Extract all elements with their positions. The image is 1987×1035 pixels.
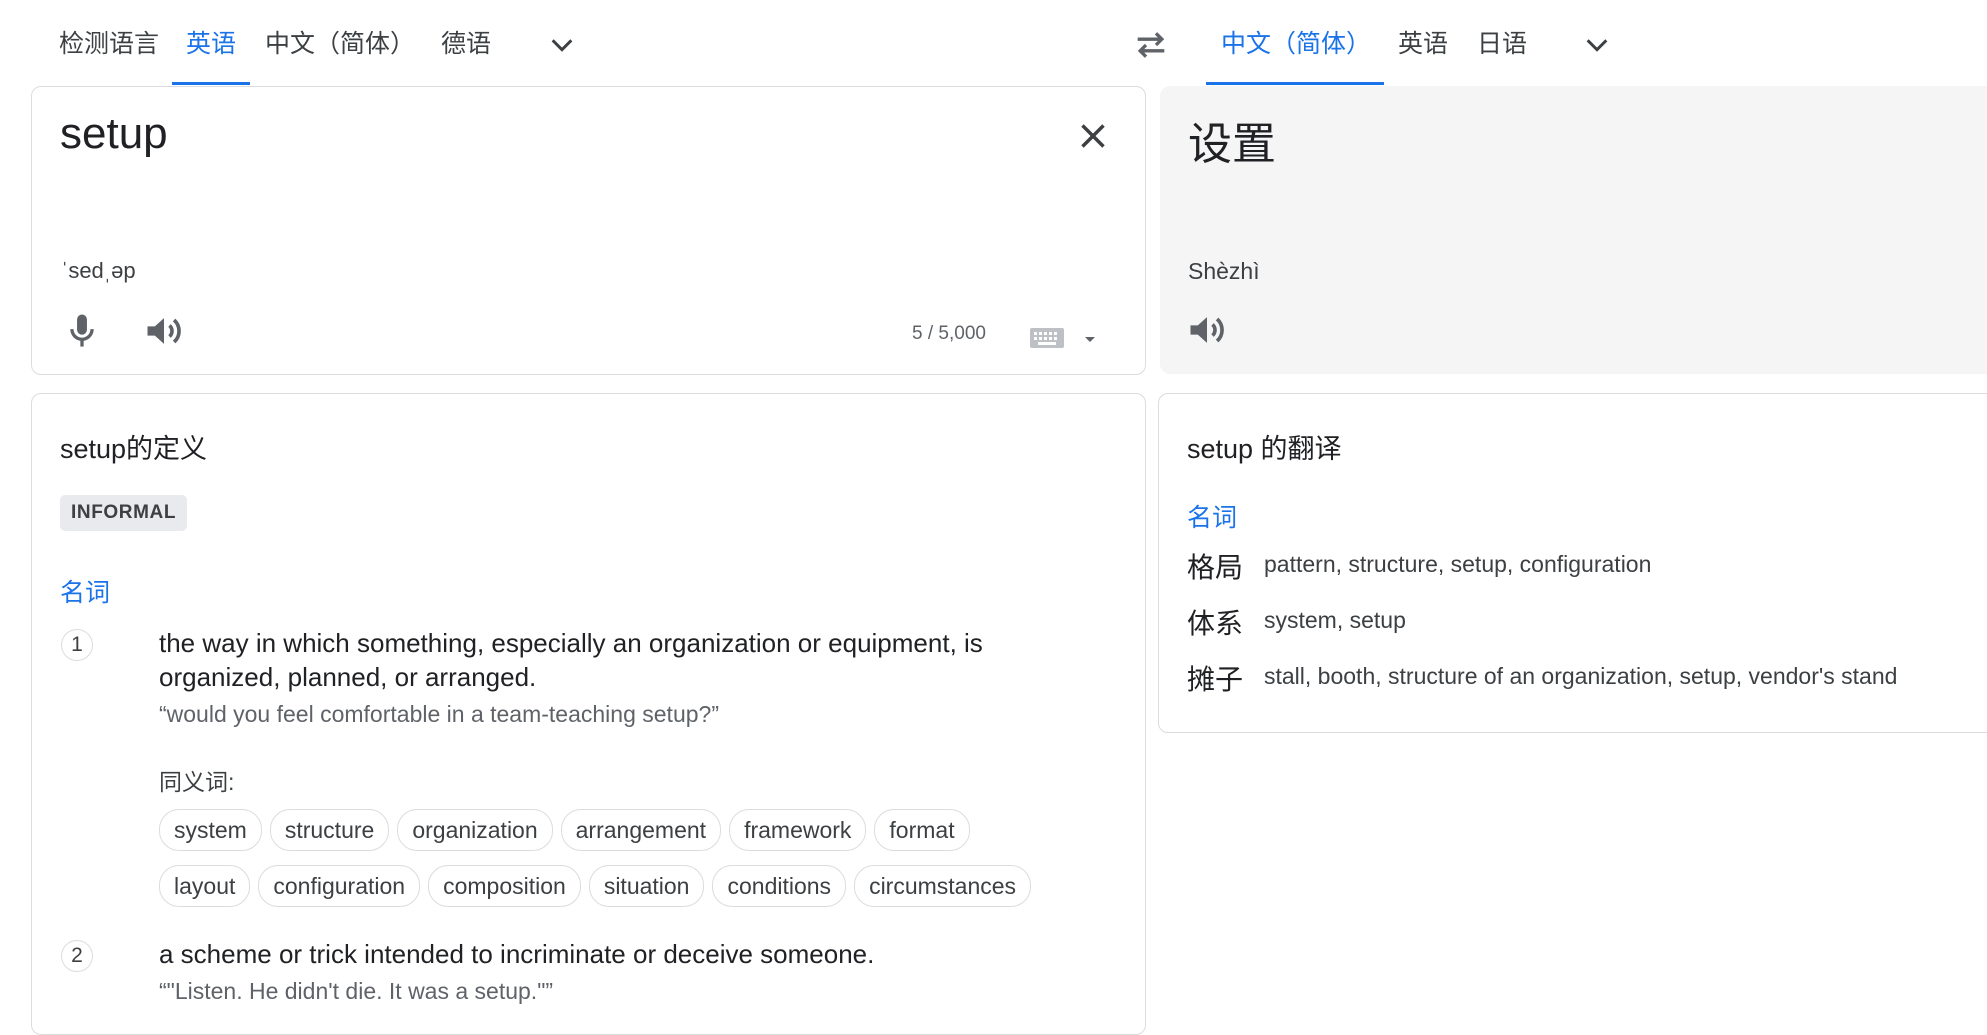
synonym-row: layout configuration composition situati… <box>159 865 1129 907</box>
listen-translation-speaker-icon[interactable] <box>1185 308 1229 352</box>
synonym-chip[interactable]: framework <box>729 809 867 851</box>
definition-gloss: a scheme or trick intended to incriminat… <box>159 937 1089 971</box>
synonym-chips: system structure organization arrangemen… <box>159 809 1129 921</box>
definitions-title: setup的定义 <box>60 434 208 464</box>
translation-word[interactable]: 体系 <box>1187 602 1243 642</box>
definition-example: “"Listen. He didn't die. It was a setup.… <box>159 978 554 1004</box>
synonym-chip[interactable]: conditions <box>712 865 847 907</box>
source-tab-english[interactable]: 英语 <box>186 0 236 86</box>
target-tab-english[interactable]: 英语 <box>1398 0 1448 86</box>
source-tab-german[interactable]: 德语 <box>441 0 491 86</box>
synonym-chip[interactable]: system <box>159 809 262 851</box>
source-text-input[interactable]: setup <box>60 109 168 159</box>
more-source-languages-chevron-down-icon[interactable] <box>546 29 578 61</box>
synonym-chip[interactable]: composition <box>428 865 581 907</box>
translation-romanization: Shèzhì <box>1188 258 1260 284</box>
input-tools-dropdown-chevron-down-icon[interactable] <box>1078 327 1102 351</box>
synonym-chip[interactable]: arrangement <box>560 809 722 851</box>
target-tab-chinese-simplified[interactable]: 中文（简体） <box>1221 0 1371 86</box>
source-tab-chinese-simplified[interactable]: 中文（简体） <box>265 0 415 86</box>
clear-source-close-icon[interactable] <box>1072 115 1114 157</box>
synonym-chip[interactable]: circumstances <box>854 865 1032 907</box>
definitions-card: setup的定义 INFORMAL 名词 1 the way in which … <box>31 393 1146 1035</box>
more-target-languages-chevron-down-icon[interactable] <box>1581 29 1613 61</box>
synonym-chip[interactable]: situation <box>588 865 705 907</box>
source-tab-active-indicator <box>172 82 250 85</box>
synonyms-label: 同义词: <box>159 769 235 795</box>
definition-number: 1 <box>61 629 93 661</box>
part-of-speech-label: 名词 <box>60 579 111 607</box>
definition-gloss: the way in which something, especially a… <box>159 626 1089 694</box>
synonym-chip[interactable]: organization <box>397 809 553 851</box>
target-tab-japanese[interactable]: 日语 <box>1477 0 1527 86</box>
source-text-panel: setup ˈsedˌəp 5 / 5,000 <box>31 86 1146 375</box>
back-translations: stall, booth, structure of an organizati… <box>1264 663 1898 689</box>
definition-example: “would you feel comfortable in a team-te… <box>159 701 719 727</box>
microphone-icon[interactable] <box>60 309 104 353</box>
translations-card: setup 的翻译 名词 格局 pattern, structure, setu… <box>1158 393 1987 733</box>
definition-gloss-line: the way in which something, especially a… <box>159 628 983 658</box>
target-tab-active-indicator <box>1206 82 1384 85</box>
translation-text: 设置 <box>1188 120 1276 169</box>
swap-languages-icon[interactable] <box>1131 25 1171 65</box>
character-count: 5 / 5,000 <box>912 323 986 344</box>
definition-gloss-line: a scheme or trick intended to incriminat… <box>159 939 875 969</box>
listen-source-speaker-icon[interactable] <box>142 309 186 353</box>
synonym-chip[interactable]: structure <box>269 809 390 851</box>
definition-number: 2 <box>61 940 93 972</box>
translation-output-panel: 设置 Shèzhì <box>1160 86 1987 374</box>
register-badge: INFORMAL <box>60 495 188 531</box>
definition-gloss-line: organized, planned, or arranged. <box>159 662 537 692</box>
keyboard-icon[interactable] <box>1029 325 1065 351</box>
synonym-chip[interactable]: configuration <box>258 865 421 907</box>
translations-part-of-speech: 名词 <box>1187 504 1238 532</box>
synonym-row: system structure organization arrangemen… <box>159 809 1129 851</box>
translation-word[interactable]: 摊子 <box>1187 658 1243 698</box>
back-translations: system, setup <box>1264 607 1406 633</box>
source-tab-detect-language[interactable]: 检测语言 <box>59 0 159 86</box>
translation-word[interactable]: 格局 <box>1187 546 1243 586</box>
synonym-chip[interactable]: layout <box>159 865 251 907</box>
translations-title: setup 的翻译 <box>1187 434 1342 464</box>
synonym-chip[interactable]: format <box>874 809 970 851</box>
back-translations: pattern, structure, setup, configuration <box>1264 551 1652 577</box>
source-phonetic: ˈsedˌəp <box>61 258 136 283</box>
